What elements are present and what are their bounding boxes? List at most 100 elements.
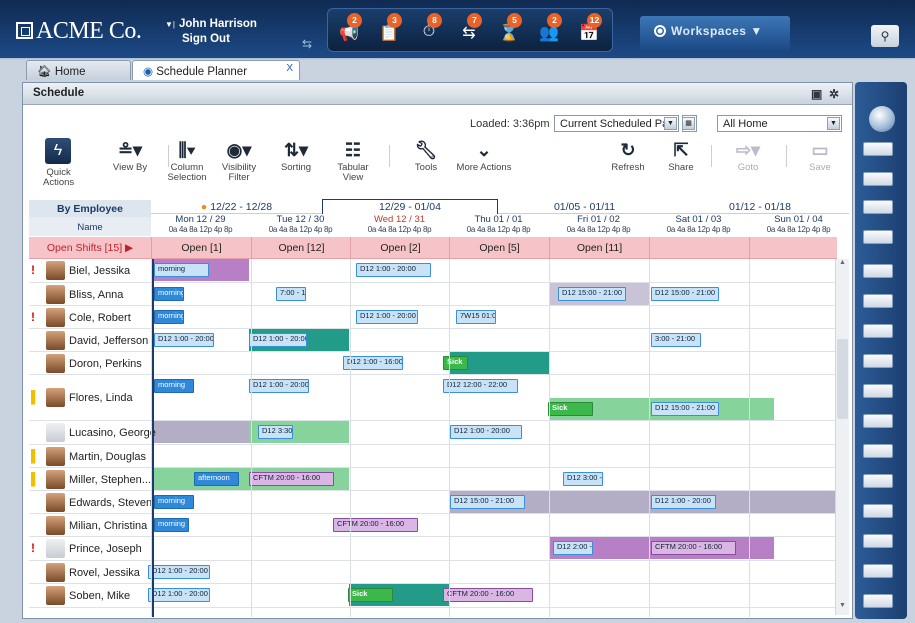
shift-block[interactable]: 7:00 - 15 — [276, 287, 306, 301]
share-button[interactable]: ⇱ Share — [663, 139, 699, 173]
shift-block[interactable]: D12 1:00 - 20:00 — [651, 495, 716, 509]
shift-block[interactable]: morning — [154, 495, 194, 509]
open-shift-cell[interactable] — [749, 237, 837, 259]
sidebar-button[interactable] — [863, 384, 893, 398]
quick-actions-button[interactable]: Quick Actions — [43, 168, 74, 188]
megaphone-icon[interactable]: 📢 2 — [336, 13, 362, 47]
sidebar-button[interactable] — [863, 324, 893, 338]
shift-block[interactable]: D12 12:00 - 22:00 — [443, 379, 518, 393]
employee-name[interactable]: Soben, Mike — [69, 590, 130, 602]
sidebar-button[interactable] — [863, 264, 893, 278]
sidebar-button[interactable] — [863, 504, 893, 518]
view-by-button[interactable]: ≗▾ View By — [105, 139, 155, 173]
calendar-icon[interactable]: 📅 12 — [576, 13, 602, 47]
shift-block[interactable]: D12 3:30 — [258, 425, 293, 439]
workspaces-menu[interactable]: Workspaces ▼ — [640, 16, 790, 50]
shift-band[interactable] — [151, 421, 249, 443]
shift-block[interactable]: D12 1:00 - 20:00 — [249, 379, 309, 393]
column-selection-button[interactable]: ⫼▾ Column Selection — [163, 139, 211, 183]
shift-block[interactable]: D12 1:00 - 20:00 — [148, 565, 210, 579]
day-header[interactable]: Thu 01 / 01 0a 4a 8a 12p 4p 8p — [449, 215, 548, 237]
shift-block[interactable]: morning — [154, 518, 189, 532]
goto-button[interactable]: ⇨▾ Goto — [728, 139, 768, 173]
day-header[interactable]: Wed 12 / 31 0a 4a 8a 12p 4p 8p — [350, 215, 449, 237]
shift-block[interactable]: D12 1:00 - 20:00 — [356, 263, 431, 277]
calendar-picker-button[interactable]: ▦ — [682, 115, 697, 132]
sidebar-button[interactable] — [863, 354, 893, 368]
sidebar-button[interactable] — [863, 564, 893, 578]
refresh-button[interactable]: ↻ Refresh — [608, 139, 648, 173]
day-header[interactable]: Mon 12 / 29 0a 4a 8a 12p 4p 8p — [151, 215, 250, 237]
employee-name[interactable]: Lucasino, George — [69, 427, 156, 439]
sidebar-button[interactable] — [863, 414, 893, 428]
employee-name[interactable]: Edwards, Steven — [69, 497, 152, 509]
shift-block[interactable]: Sick — [548, 402, 593, 416]
sidebar-button[interactable] — [863, 594, 893, 608]
by-employee-header[interactable]: By Employee — [29, 200, 151, 217]
week-tab[interactable]: ● 12/22 - 12/28 — [151, 200, 322, 214]
shift-block[interactable]: morning — [154, 310, 184, 324]
shift-block[interactable]: D12 2:00 - — [553, 541, 593, 555]
sidebar-button[interactable] — [863, 172, 893, 186]
close-tab-button[interactable]: X — [286, 63, 293, 74]
employee-name[interactable]: Prince, Joseph — [69, 543, 142, 555]
shift-block[interactable]: morning — [154, 263, 209, 277]
employee-name[interactable]: Cole, Robert — [69, 312, 131, 324]
name-column-header[interactable]: Name — [29, 217, 151, 236]
open-shift-cell[interactable]: Open [5] — [449, 237, 549, 259]
user-menu[interactable]: ▼| John Harrison Sign Out — [165, 17, 257, 46]
employee-name[interactable]: Milian, Christina — [69, 520, 147, 532]
clipboard-icon[interactable]: 📋 3 — [376, 13, 402, 47]
shift-swap-icon[interactable]: ⇆ 7 — [456, 13, 482, 47]
shift-block[interactable]: Sick — [348, 588, 393, 602]
employee-name[interactable]: Flores, Linda — [69, 392, 133, 404]
shift-block[interactable]: D12 1:00 - 20:00 — [450, 425, 522, 439]
sidebar-button[interactable] — [863, 444, 893, 458]
search-button[interactable]: ⚲ — [871, 25, 899, 47]
shift-block[interactable]: 3:00 - 21:00 — [651, 333, 701, 347]
shift-block[interactable]: morning — [154, 287, 184, 301]
shift-block[interactable]: D12 1:00 - 20:00 — [249, 333, 307, 347]
users-icon[interactable]: 👥 2 — [536, 13, 562, 47]
employee-name[interactable]: David, Jefferson — [69, 335, 148, 347]
shift-block[interactable]: CFTM 20:00 - 16:00 — [651, 541, 736, 555]
shift-block[interactable]: D12 15:00 - 21:00 — [450, 495, 525, 509]
shift-block[interactable]: 7W15 01:00 — [456, 310, 496, 324]
gear-icon[interactable]: ✲ — [829, 87, 839, 101]
employee-name[interactable]: Rovel, Jessika — [69, 567, 140, 579]
shift-block[interactable]: D12 15:00 - 21:00 — [651, 287, 719, 301]
period-select[interactable]: Current Scheduled Pay ▼ — [554, 115, 679, 132]
tools-button[interactable]: 🔧︎ Tools — [406, 139, 446, 173]
globe-icon[interactable] — [869, 106, 895, 132]
open-shift-cell[interactable] — [649, 237, 749, 259]
employee-name[interactable]: Biel, Jessika — [69, 265, 130, 277]
tabular-view-button[interactable]: ☷ Tabular View — [330, 139, 376, 183]
open-shift-cell[interactable]: Open [2] — [350, 237, 450, 259]
day-header[interactable]: Sat 01 / 03 0a 4a 8a 12p 4p 8p — [649, 215, 748, 237]
employee-name[interactable]: Doron, Perkins — [69, 358, 142, 370]
tab-home[interactable]: 🏠︎ Home — [26, 60, 131, 80]
open-shift-cell[interactable]: Open [12] — [251, 237, 351, 259]
sign-out-link[interactable]: Sign Out — [165, 32, 257, 46]
shift-block[interactable]: D12 1:00 - 20:00 — [154, 333, 214, 347]
shift-block[interactable]: D12 1:00 - 16:00 — [343, 356, 403, 370]
location-select[interactable]: All Home ▼ — [717, 115, 842, 132]
shift-block[interactable]: CFTM 20:00 - 16:00 — [333, 518, 418, 532]
shift-block[interactable]: CFTM 20:00 - 16:00 — [249, 472, 334, 486]
week-tab-current[interactable]: 12/29 - 01/04 — [322, 199, 498, 214]
open-shift-cell[interactable]: Open [11] — [549, 237, 649, 259]
week-tab[interactable]: 01/12 - 01/18 — [671, 200, 849, 214]
shift-block[interactable]: morning — [154, 379, 194, 393]
sorting-button[interactable]: ⇅▾ Sorting — [273, 139, 319, 173]
employee-name[interactable]: Bliss, Anna — [69, 289, 123, 301]
shift-block[interactable]: CFTM 20:00 - 16:00 — [443, 588, 533, 602]
shift-block[interactable]: Sick — [443, 356, 468, 370]
timeoff-icon[interactable]: ⌛ 5 — [496, 13, 522, 47]
employee-name[interactable]: Miller, Stephen... — [69, 474, 151, 486]
save-button[interactable]: ▭ Save — [803, 139, 837, 173]
tab-schedule-planner[interactable]: ◉ Schedule Planner X — [132, 60, 300, 80]
shift-block[interactable]: D12 3:00 - — [563, 472, 603, 486]
shift-block[interactable]: afternoon — [194, 472, 239, 486]
shift-block[interactable]: D12 1:00 - 20:00 — [356, 310, 418, 324]
open-shifts-label[interactable]: Open Shifts [15] ▶ — [29, 237, 151, 259]
